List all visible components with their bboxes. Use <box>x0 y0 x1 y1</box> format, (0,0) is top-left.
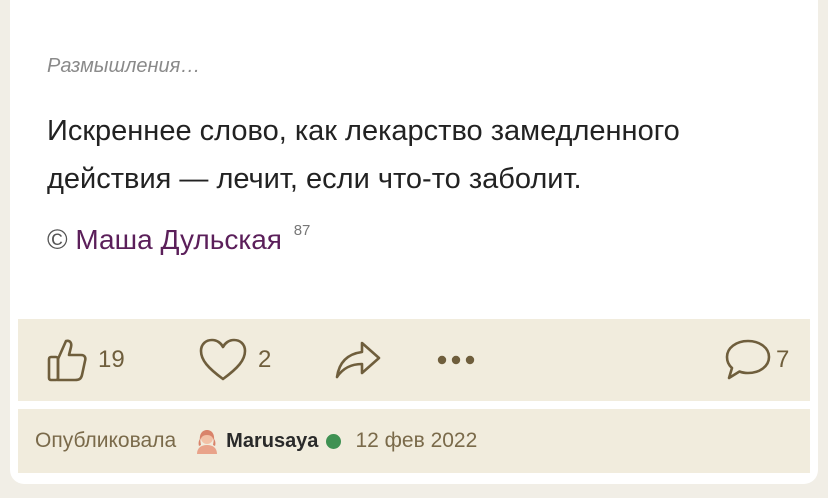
more-button[interactable] <box>436 319 476 401</box>
more-dots-icon <box>436 354 476 366</box>
online-status-dot <box>326 433 342 449</box>
action-bar: 19 2 7 <box>18 319 810 401</box>
quote-line-2: действия — лечит, если что-то заболит. <box>47 163 582 195</box>
like-count: 19 <box>98 346 125 373</box>
comment-count: 7 <box>776 346 790 373</box>
published-label: Опубликовала <box>35 429 177 452</box>
publish-date: 12 фев 2022 <box>355 429 478 452</box>
post-card: Размышления… Искреннее слово, как лекарс… <box>10 0 818 484</box>
comments-button[interactable]: 7 <box>724 319 789 401</box>
comment-bubble-icon <box>724 338 772 382</box>
user-avatar-icon[interactable] <box>194 428 220 454</box>
favorite-count: 2 <box>258 346 272 373</box>
username-link[interactable]: Marusaya <box>226 430 318 453</box>
publish-info: Опубликовала Marusaya 12 фев 2022 <box>18 409 810 473</box>
author-quote-count: 87 <box>293 222 311 239</box>
share-arrow-icon <box>334 339 382 381</box>
like-button[interactable]: 19 <box>46 319 125 401</box>
heart-icon <box>198 338 248 382</box>
favorite-button[interactable]: 2 <box>198 319 271 401</box>
post-category[interactable]: Размышления… <box>47 55 200 78</box>
copyright-symbol: © <box>47 224 68 255</box>
quote-line-1: Искреннее слово, как лекарство замедленн… <box>47 115 680 147</box>
share-button[interactable] <box>334 319 382 401</box>
quote-text: Искреннее слово, как лекарство замедленн… <box>47 107 787 203</box>
author-link[interactable]: Маша Дульская <box>75 224 282 255</box>
author-attribution: © Маша Дульская 87 <box>47 222 310 256</box>
thumbs-up-icon <box>46 337 88 383</box>
